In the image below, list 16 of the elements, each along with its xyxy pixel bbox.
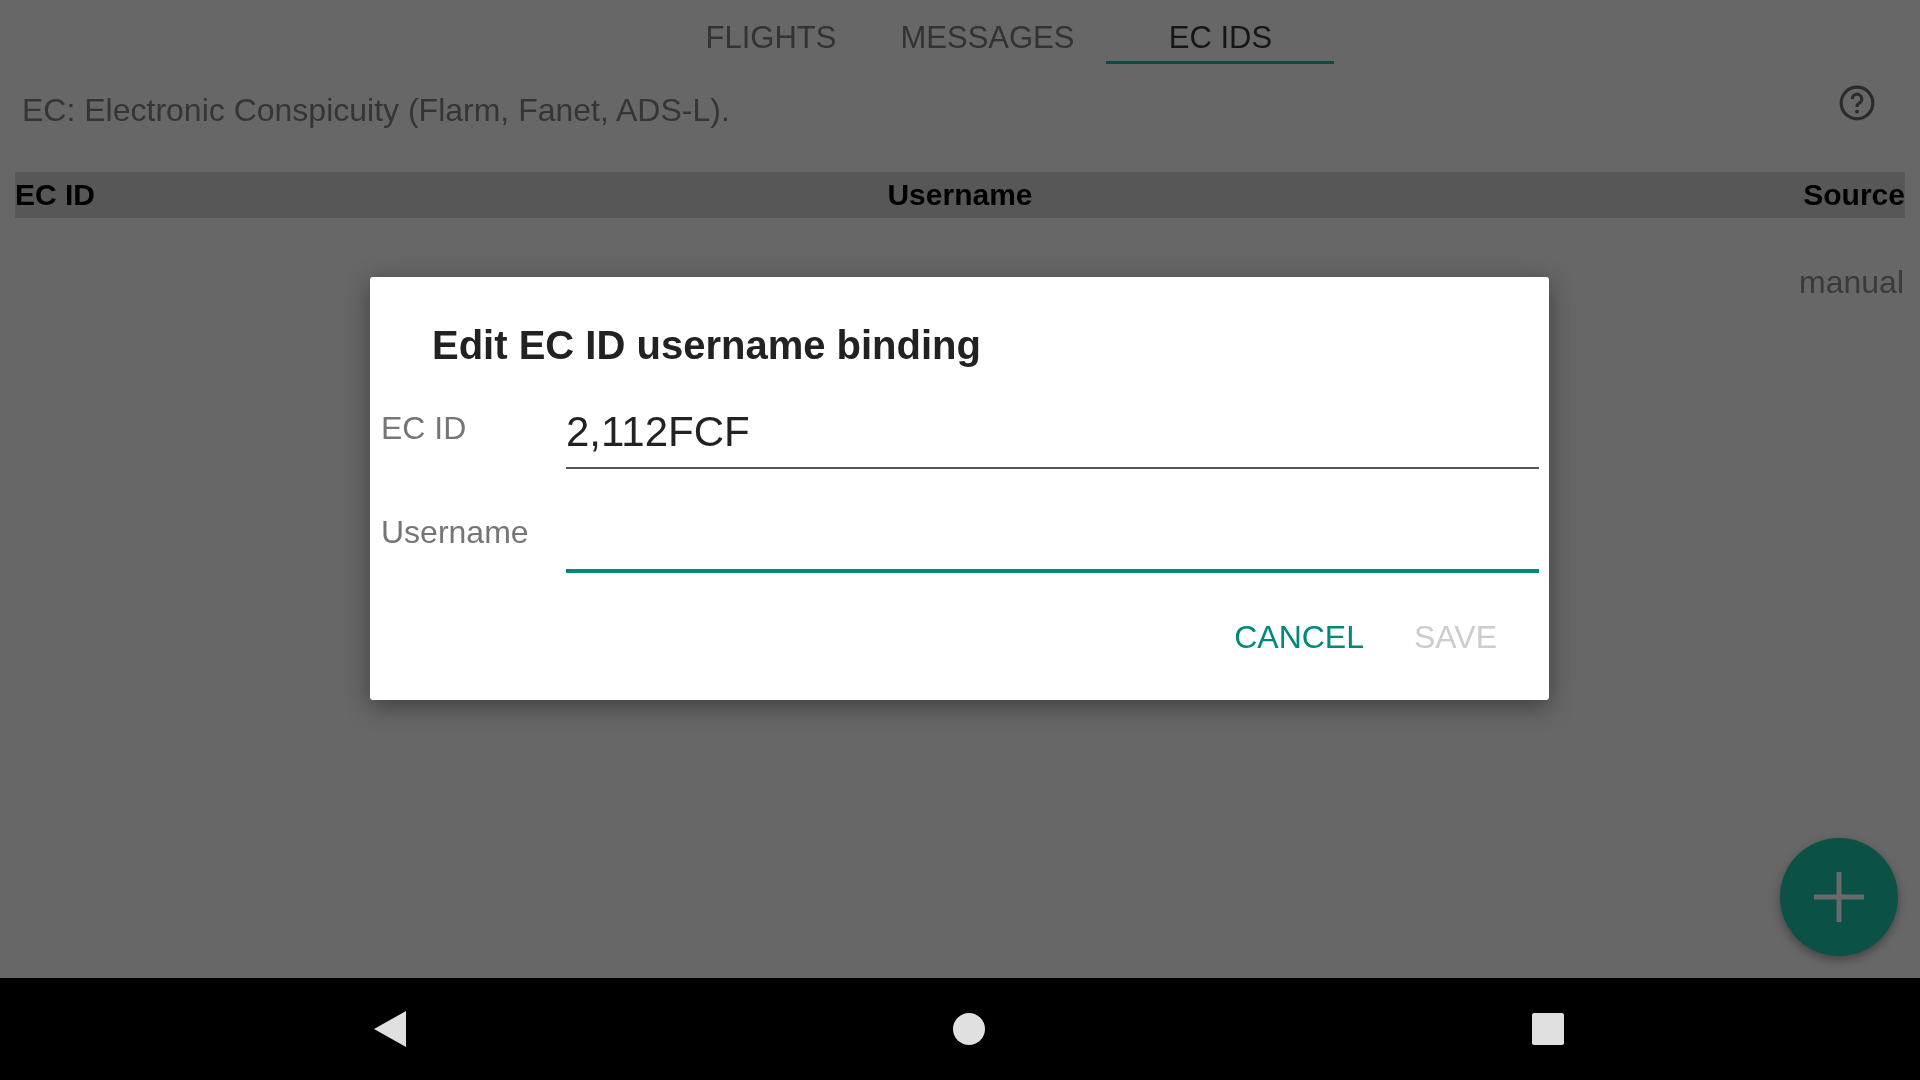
square-icon: [1532, 1013, 1564, 1045]
plus-icon: [1812, 870, 1866, 924]
circle-icon: [953, 1013, 985, 1045]
column-header: Source: [1802, 178, 1905, 212]
back-button[interactable]: [374, 1011, 406, 1047]
field-label: EC ID: [381, 410, 468, 448]
triangle-icon: [374, 1011, 406, 1047]
column-header: EC ID: [15, 178, 96, 212]
dialog-button[interactable]: CANCEL: [1214, 607, 1384, 668]
field-label: Username: [381, 514, 530, 552]
tab[interactable]: EC IDS: [1106, 0, 1335, 64]
help-icon[interactable]: [1838, 84, 1876, 122]
column-header: Username: [886, 178, 1034, 212]
dialog-title: Edit EC ID username binding: [432, 323, 982, 369]
home-button[interactable]: [953, 1013, 985, 1045]
input-field[interactable]: 2,112FCF: [566, 403, 1539, 469]
